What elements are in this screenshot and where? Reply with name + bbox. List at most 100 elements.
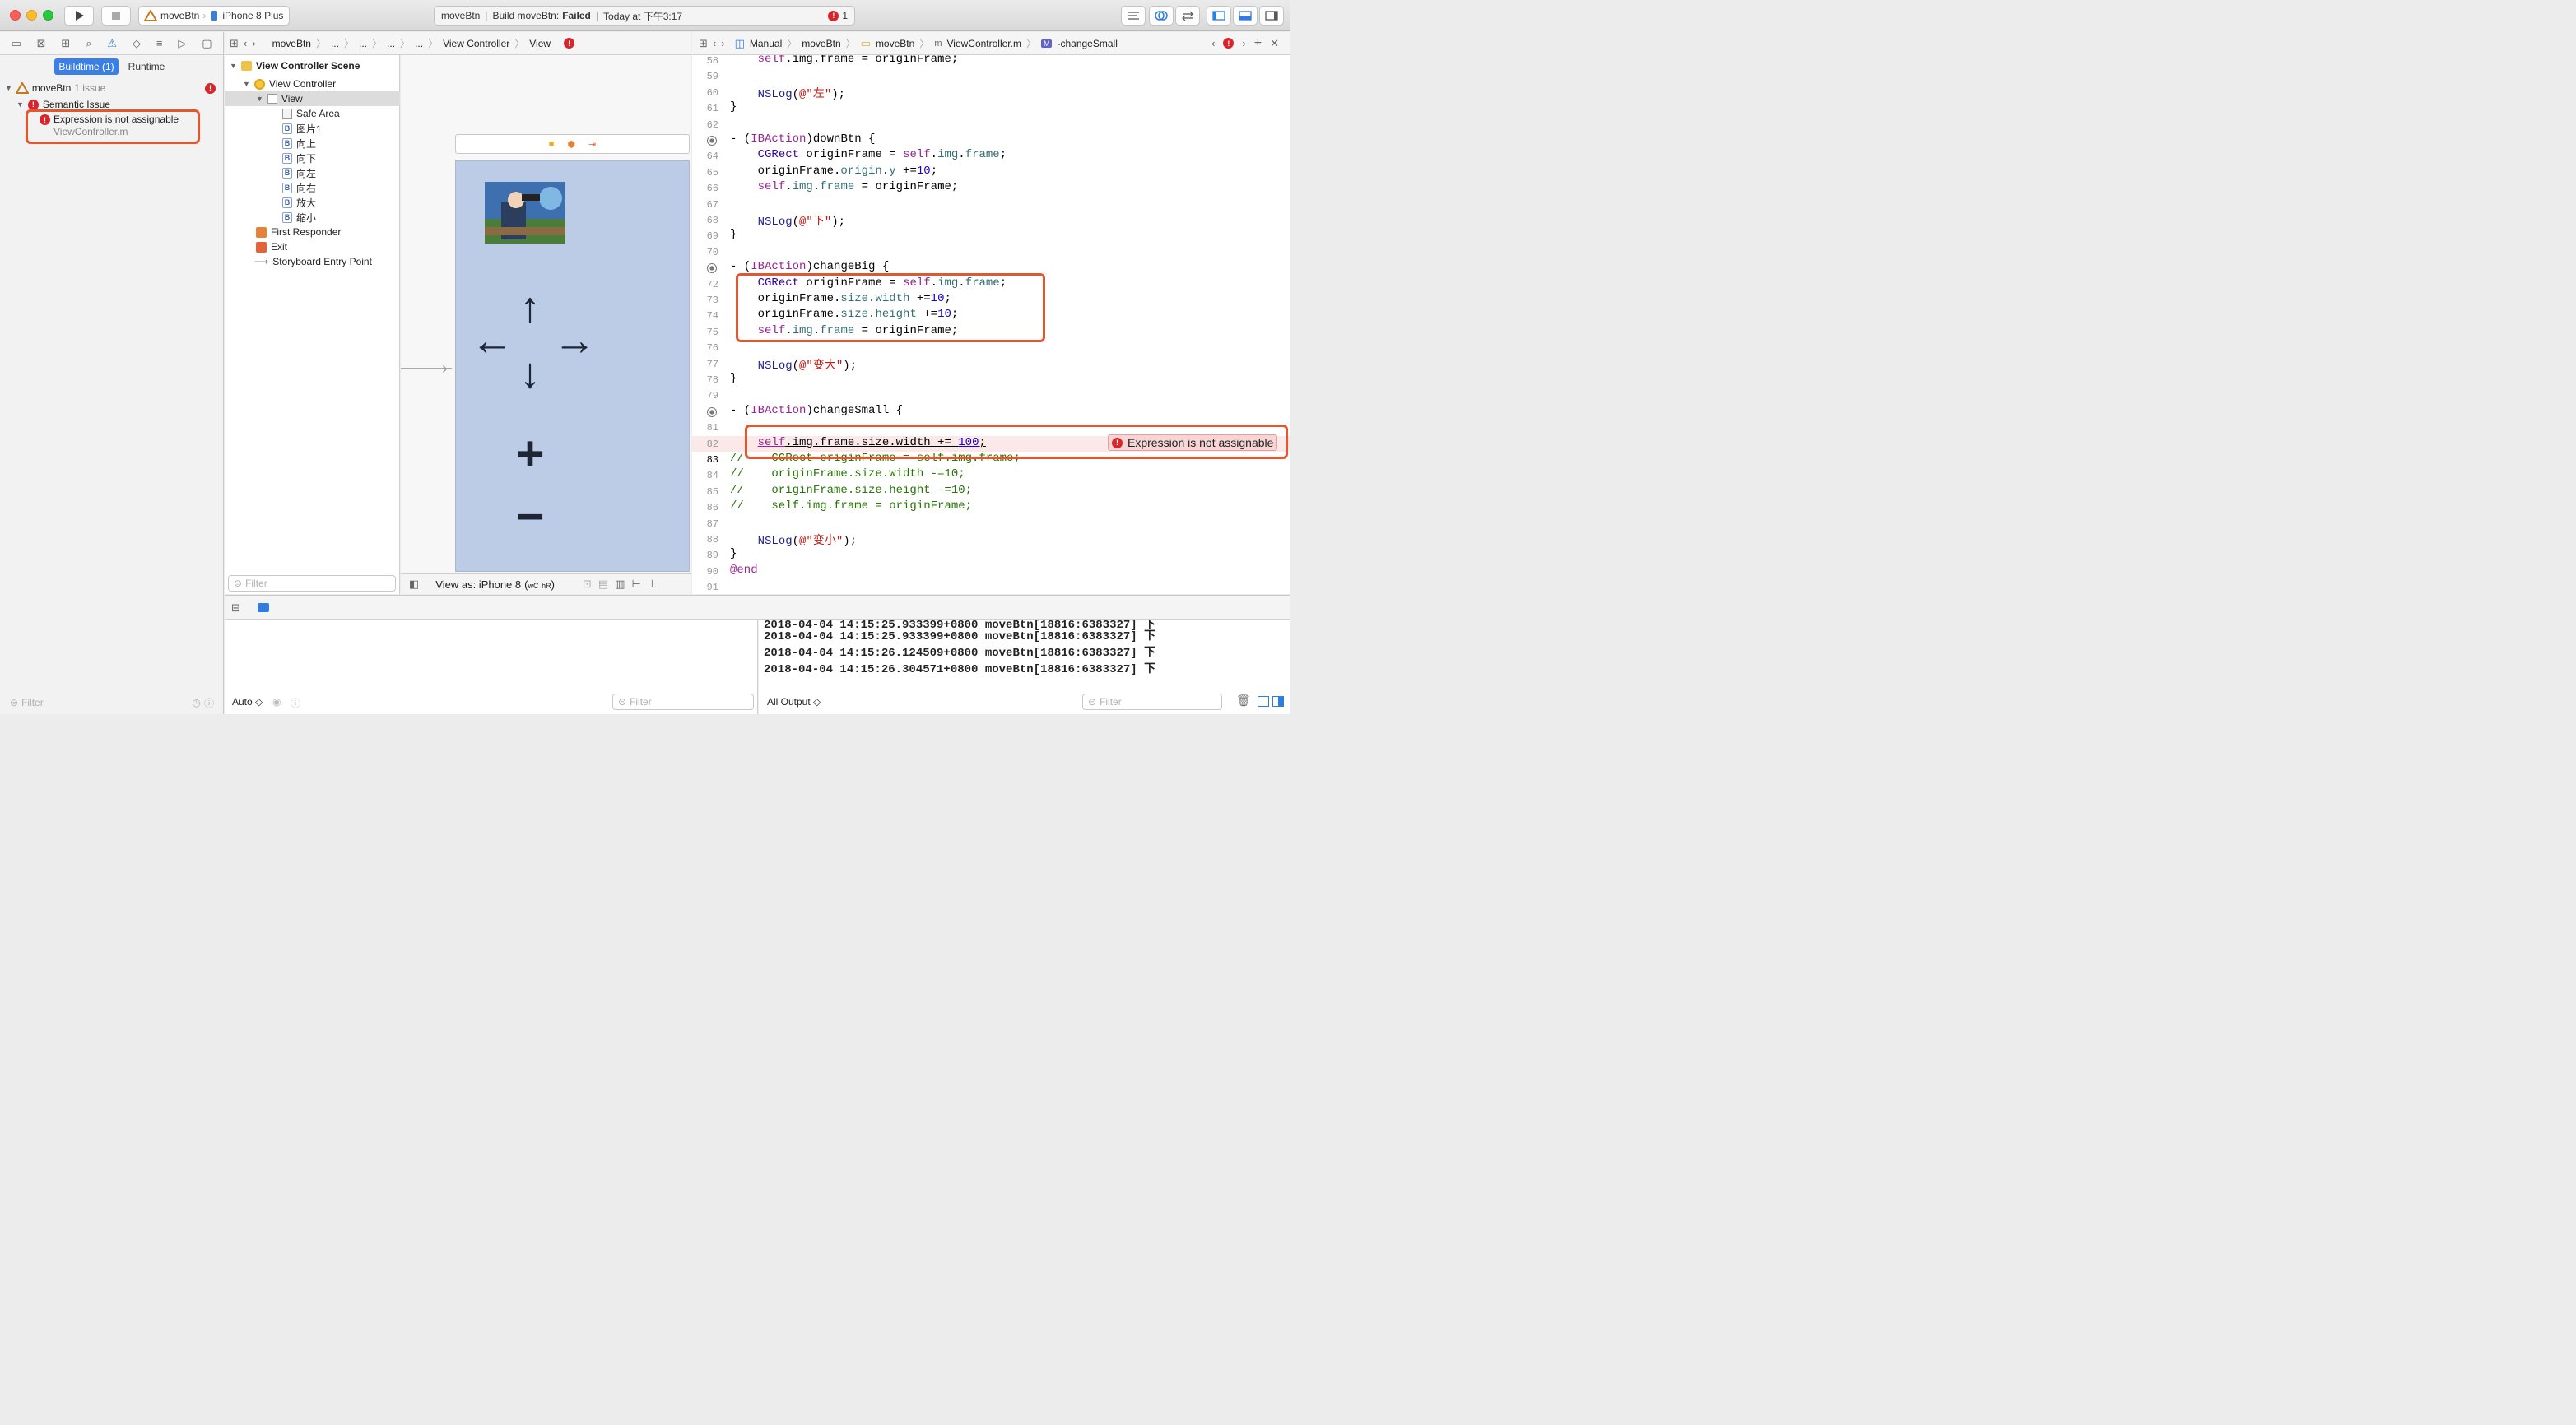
jump-storyboard[interactable]: ... bbox=[359, 38, 367, 49]
down-arrow-button[interactable]: ↓ bbox=[512, 352, 548, 395]
outline-image-button[interactable]: B 图片1 bbox=[225, 121, 400, 136]
version-editor-button[interactable] bbox=[1175, 6, 1200, 26]
outline-zoom-out-button[interactable]: B 缩小 bbox=[225, 210, 400, 225]
outline-left-button[interactable]: B 向左 bbox=[225, 165, 400, 180]
close-editor-icon[interactable]: ✕ bbox=[1270, 37, 1279, 50]
add-editor-icon[interactable]: + bbox=[1254, 36, 1262, 51]
related-items-icon[interactable]: ⊞ bbox=[699, 37, 708, 50]
align-icon[interactable]: ⊢ bbox=[631, 578, 640, 591]
assistant-editor-button[interactable] bbox=[1149, 6, 1174, 26]
outline-toggle-icon[interactable]: ◧ bbox=[409, 578, 419, 591]
jump-scene[interactable]: ... bbox=[415, 38, 423, 49]
zoom-window-icon[interactable] bbox=[43, 10, 53, 21]
jump-view-controller[interactable]: View Controller bbox=[443, 38, 509, 49]
pin-icon[interactable]: ⊥ bbox=[648, 578, 657, 591]
close-window-icon[interactable] bbox=[10, 10, 21, 21]
ibaction-connection-icon[interactable] bbox=[707, 136, 717, 146]
jump-base[interactable]: ... bbox=[387, 38, 395, 49]
left-arrow-button[interactable]: ← bbox=[471, 319, 514, 362]
forward-chevron-icon[interactable]: › bbox=[721, 37, 724, 49]
issue-project-row[interactable]: ▼ moveBtn 1 issue ! bbox=[5, 81, 219, 95]
stack-icon[interactable]: ▥ bbox=[615, 578, 625, 591]
outline-right-button[interactable]: B 向右 bbox=[225, 180, 400, 195]
toggle-navigator-button[interactable] bbox=[1207, 6, 1231, 26]
recent-clock-icon[interactable]: ◷ bbox=[193, 697, 201, 708]
breakpoint-icon[interactable]: ▷ bbox=[178, 37, 186, 50]
jump-group[interactable]: moveBtn bbox=[876, 38, 914, 49]
jump-view[interactable]: View bbox=[529, 38, 551, 49]
outline-view[interactable]: ▼ View bbox=[225, 91, 400, 106]
next-issue-icon[interactable]: › bbox=[1242, 37, 1245, 49]
standard-editor-button[interactable] bbox=[1121, 6, 1146, 26]
navigator-filter[interactable]: ⊜ Filter ◷ ⓘ bbox=[5, 694, 217, 711]
variables-mode-select[interactable]: Auto ◇ bbox=[232, 696, 263, 708]
info-icon[interactable]: ⓘ bbox=[291, 696, 300, 710]
ibaction-connection-icon[interactable] bbox=[707, 263, 717, 274]
disclosure-down-icon[interactable]: ▼ bbox=[243, 80, 250, 88]
warning-triangle-icon[interactable]: ⚠ bbox=[107, 37, 117, 50]
console-filter[interactable]: ⊜ Filter bbox=[1082, 694, 1222, 710]
jump-file[interactable]: ViewController.m bbox=[946, 38, 1021, 49]
tab-buildtime[interactable]: Buildtime (1) bbox=[54, 58, 119, 75]
forward-chevron-icon[interactable]: › bbox=[252, 37, 255, 49]
outline-down-button[interactable]: B 向下 bbox=[225, 151, 400, 165]
back-chevron-icon[interactable]: ‹ bbox=[713, 37, 716, 49]
scheme-selector[interactable]: moveBtn › iPhone 8 Plus bbox=[138, 6, 290, 26]
breakpoints-toggle-icon[interactable] bbox=[258, 603, 269, 612]
outline-zoom-in-button[interactable]: B 放大 bbox=[225, 195, 400, 210]
view-controller-dock-icon[interactable]: ■ bbox=[549, 139, 555, 149]
stop-button[interactable] bbox=[101, 6, 131, 26]
zoom-in-button[interactable]: + bbox=[512, 429, 548, 479]
view-as-label[interactable]: View as: iPhone 8 bbox=[435, 578, 521, 591]
split-right-icon[interactable] bbox=[1272, 696, 1284, 707]
related-items-icon[interactable]: ⊞ bbox=[230, 37, 239, 50]
outline-view-controller[interactable]: ▼ View Controller bbox=[225, 77, 400, 91]
issue-indicator[interactable]: ! 1 bbox=[828, 10, 848, 21]
search-icon[interactable]: ⌕ bbox=[86, 37, 91, 50]
eye-icon[interactable]: ◉ bbox=[272, 696, 281, 708]
toggle-utilities-button[interactable] bbox=[1259, 6, 1284, 26]
disclosure-down-icon[interactable]: ▼ bbox=[256, 95, 263, 103]
first-responder-dock-icon[interactable]: ⬢ bbox=[567, 139, 575, 150]
disclosure-down-icon[interactable]: ▼ bbox=[230, 62, 237, 70]
debug-gauge-icon[interactable]: ≡ bbox=[156, 37, 163, 49]
jump-folder[interactable]: ... bbox=[331, 38, 339, 49]
error-filter-icon[interactable]: ⓘ bbox=[204, 696, 214, 710]
prev-issue-icon[interactable]: ‹ bbox=[1211, 37, 1215, 49]
up-arrow-button[interactable]: ↑ bbox=[512, 286, 548, 329]
toggle-debug-area-button[interactable] bbox=[1233, 6, 1258, 26]
console-output[interactable]: 2018-04-04 14:15:25.933399+0800 moveBtn[… bbox=[759, 620, 1290, 714]
exit-dock-icon[interactable]: ⇥ bbox=[588, 139, 596, 150]
back-chevron-icon[interactable]: ‹ bbox=[244, 37, 247, 49]
disclosure-down-icon[interactable]: ▼ bbox=[16, 100, 24, 109]
code-editor[interactable]: 58 self.img.frame = originFrame; 59 60 NSL… bbox=[692, 55, 1290, 594]
jump-moveBtn[interactable]: moveBtn bbox=[272, 38, 311, 49]
outline-first-responder[interactable]: First Responder bbox=[225, 225, 400, 239]
hide-debug-area-icon[interactable]: ⊟ bbox=[231, 601, 240, 615]
activity-viewer[interactable]: moveBtn | Build moveBtn: Failed | Today … bbox=[434, 6, 855, 26]
report-bubble-icon[interactable]: ▢ bbox=[202, 37, 212, 50]
variables-filter[interactable]: ⊜ Filter bbox=[612, 694, 754, 710]
jump-method[interactable]: -changeSmall bbox=[1057, 38, 1117, 49]
tab-runtime[interactable]: Runtime bbox=[122, 58, 171, 75]
minimize-window-icon[interactable] bbox=[26, 10, 37, 21]
jump-manual[interactable]: Manual bbox=[750, 38, 782, 49]
outline-entry-point[interactable]: ⟶ Storyboard Entry Point bbox=[225, 254, 400, 269]
split-left-icon[interactable] bbox=[1258, 696, 1269, 707]
error-icon[interactable]: ! bbox=[564, 38, 575, 49]
device-view[interactable]: ↑ ← → ↓ + − bbox=[455, 160, 690, 572]
zoom-out-button[interactable]: − bbox=[512, 492, 548, 541]
run-button[interactable] bbox=[64, 6, 94, 26]
right-arrow-button[interactable]: → bbox=[553, 319, 596, 362]
outline-filter[interactable]: ⊜ Filter bbox=[228, 575, 396, 592]
update-frames-icon[interactable]: ▤ bbox=[598, 578, 608, 591]
test-diamond-icon[interactable]: ◇ bbox=[133, 37, 141, 50]
error-icon[interactable]: ! bbox=[1223, 38, 1235, 49]
embed-icon[interactable]: ⊡ bbox=[583, 578, 592, 591]
ibaction-connection-icon[interactable] bbox=[707, 406, 717, 417]
outline-exit[interactable]: Exit bbox=[225, 239, 400, 254]
outline-up-button[interactable]: B 向上 bbox=[225, 136, 400, 151]
source-control-icon[interactable]: ⊠ bbox=[37, 37, 46, 50]
outline-safe-area[interactable]: Safe Area bbox=[225, 106, 400, 121]
jump-project[interactable]: moveBtn bbox=[802, 38, 840, 49]
